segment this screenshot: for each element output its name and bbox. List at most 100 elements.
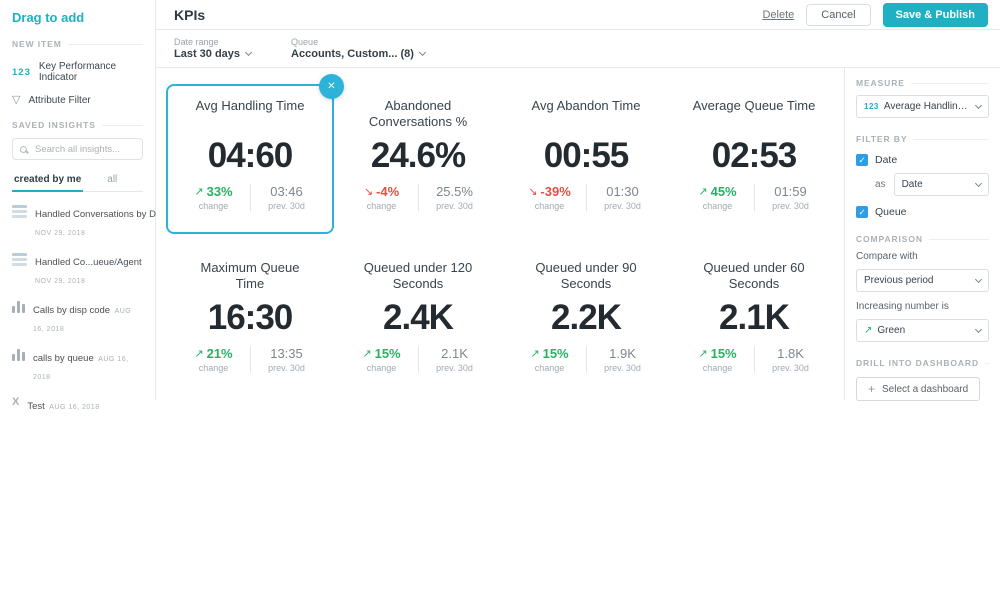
measure-select[interactable]: 123 Average Handling Time: [856, 95, 989, 118]
queue-value: Accounts, Custom... (8): [291, 48, 414, 60]
kpi-change: 33%: [207, 184, 233, 199]
checkbox-label: Queue: [875, 206, 907, 218]
kpi-prev: 1.8K: [767, 346, 815, 361]
insight-text: Handled Co...ueue/Agent NOV 29, 2018: [35, 252, 143, 288]
change-stat: ↗ 15% change: [526, 346, 574, 373]
insights-tabs: created by me all: [12, 170, 143, 192]
insight-date: AUG 16, 2018: [49, 404, 99, 411]
prev-label: prev. 30d: [599, 363, 647, 373]
insight-item[interactable]: Handled Co...ueue/Agent NOV 29, 2018: [12, 252, 143, 288]
kpi-card-queued-under-90s[interactable]: Queued under 90 Seconds 2.2K ↗ 15% chang…: [502, 246, 670, 396]
divider: [68, 44, 143, 45]
date-as-select[interactable]: Date: [894, 173, 989, 196]
kpi-value: 2.1K: [676, 298, 832, 338]
divider: [418, 184, 419, 211]
divider: [754, 346, 755, 373]
insight-label: Test: [27, 401, 44, 412]
kpi-card-avg-abandon-time[interactable]: Avg Abandon Time 00:55 ↘ -39% change: [502, 84, 670, 234]
kpi-stats: ↗ 33% change 03:46 prev. 30d: [172, 184, 328, 211]
queue-filter[interactable]: Queue Accounts, Custom... (8): [291, 37, 425, 60]
chevron-down-icon: [975, 179, 982, 186]
trend-up-icon: ↗: [362, 347, 371, 360]
kpi-delta: ↗ 21%: [190, 346, 238, 361]
change-label: change: [526, 201, 574, 211]
save-publish-button[interactable]: Save & Publish: [883, 3, 988, 27]
section-title: DRILL INTO DASHBOARD: [856, 358, 979, 368]
kpi-card-queued-under-120s[interactable]: Queued under 120 Seconds 2.4K ↗ 15% chan…: [334, 246, 502, 396]
change-label: change: [190, 363, 238, 373]
date-range-filter[interactable]: Date range Last 30 days: [174, 37, 251, 60]
insight-text: Test AUG 16, 2018: [27, 396, 99, 414]
compare-with-select[interactable]: Previous period: [856, 269, 989, 292]
section-title: NEW ITEM: [12, 39, 62, 49]
x-insight-icon: X: [12, 396, 19, 409]
content-row: ✕ Avg Handling Time 04:60 ↗ 33% change: [156, 68, 1000, 400]
kpi-card-average-queue-time[interactable]: Average Queue Time 02:53 ↗ 45% change: [670, 84, 838, 234]
chevron-down-icon: [975, 275, 982, 282]
delete-link[interactable]: Delete: [762, 9, 794, 21]
as-label: as: [875, 179, 886, 190]
prev-stat: 2.1K prev. 30d: [431, 346, 479, 373]
prev-stat: 01:30 prev. 30d: [599, 184, 647, 211]
tab-created-by-me[interactable]: created by me: [12, 170, 83, 192]
trend-up-icon: ↗: [194, 185, 203, 198]
kpi-stats: ↗ 45% change 01:59 prev. 30d: [676, 184, 832, 211]
new-item-label: Attribute Filter: [28, 95, 90, 106]
chevron-down-icon: [245, 49, 252, 56]
insight-item[interactable]: Handled Conversations by D NOV 29, 2018: [12, 204, 143, 240]
top-bar-actions: Delete Cancel Save & Publish: [762, 3, 988, 27]
select-dashboard-button[interactable]: + Select a dashboard: [856, 377, 980, 401]
settings-panel: MEASURE 123 Average Handling Time FILTER…: [844, 68, 1000, 400]
kpi-title: Average Queue Time: [676, 98, 832, 132]
section-title: COMPARISON: [856, 234, 923, 244]
prev-label: prev. 30d: [599, 201, 647, 211]
kpi-prev: 13:35: [263, 346, 311, 361]
insight-item[interactable]: Calls by disp code AUG 16, 2018: [12, 300, 143, 336]
insight-item[interactable]: X Test AUG 16, 2018: [12, 396, 143, 414]
chevron-down-icon: [975, 101, 982, 108]
divider: [250, 184, 251, 211]
checkbox-checked-icon: ✓: [856, 206, 868, 218]
kpi-change: 21%: [207, 346, 233, 361]
kpi-editor-app: Drag to add NEW ITEM 123 Key Performance…: [0, 0, 1000, 600]
cancel-button[interactable]: Cancel: [806, 4, 870, 26]
kpi-card-queued-under-60s[interactable]: Queued under 60 Seconds 2.1K ↗ 15% chang…: [670, 246, 838, 396]
insight-label: Handled Conversations by D: [35, 209, 156, 220]
chevron-down-icon: [975, 325, 982, 332]
change-stat: ↗ 45% change: [694, 184, 742, 211]
date-filter-checkbox[interactable]: ✓ Date: [856, 154, 989, 166]
kpi-card-abandoned-conversations[interactable]: Abandoned Conversations % 24.6% ↘ -4% ch…: [334, 84, 502, 234]
trend-up-icon: ↗: [530, 347, 539, 360]
measure-section: MEASURE 123 Average Handling Time: [856, 78, 989, 118]
divider: [250, 346, 251, 373]
funnel-icon: ▽: [12, 95, 20, 106]
kpi-stats: ↗ 15% change 1.9K prev. 30d: [508, 346, 664, 373]
prev-stat: 13:35 prev. 30d: [263, 346, 311, 373]
prev-label: prev. 30d: [263, 201, 311, 211]
insight-item[interactable]: calls by queue AUG 16, 2018: [12, 348, 143, 384]
change-label: change: [526, 363, 574, 373]
increasing-number-select[interactable]: ↗ Green: [856, 319, 989, 342]
drill-section: DRILL INTO DASHBOARD + Select a dashboar…: [856, 358, 989, 401]
kpi-value: 24.6%: [340, 136, 496, 176]
kpi-card-maximum-queue-time[interactable]: Maximum Queue Time 16:30 ↗ 21% change: [166, 246, 334, 396]
change-label: change: [694, 363, 742, 373]
insight-text: Handled Conversations by D NOV 29, 2018: [35, 204, 143, 240]
new-item-kpi[interactable]: 123 Key Performance Indicator: [12, 61, 143, 83]
new-item-attribute-filter[interactable]: ▽ Attribute Filter: [12, 95, 143, 106]
tab-all[interactable]: all: [105, 170, 119, 191]
queue-filter-checkbox[interactable]: ✓ Queue: [856, 206, 989, 218]
divider: [929, 239, 989, 240]
kpi-title: Maximum Queue Time: [172, 260, 328, 294]
drag-to-add-heading: Drag to add: [12, 10, 143, 25]
search-input[interactable]: [33, 143, 135, 156]
kpi-value: 16:30: [172, 298, 328, 338]
kpi-card-avg-handling-time[interactable]: ✕ Avg Handling Time 04:60 ↗ 33% change: [166, 84, 334, 234]
kpi-title: Queued under 60 Seconds: [676, 260, 832, 294]
new-item-label: Key Performance Indicator: [39, 61, 143, 83]
comparison-section-header: COMPARISON: [856, 234, 989, 244]
drill-section-header: DRILL INTO DASHBOARD: [856, 358, 989, 368]
insight-date: NOV 29, 2018: [35, 278, 85, 285]
table-insight-icon: [12, 204, 27, 218]
kpi-delta: ↗ 33%: [190, 184, 238, 199]
